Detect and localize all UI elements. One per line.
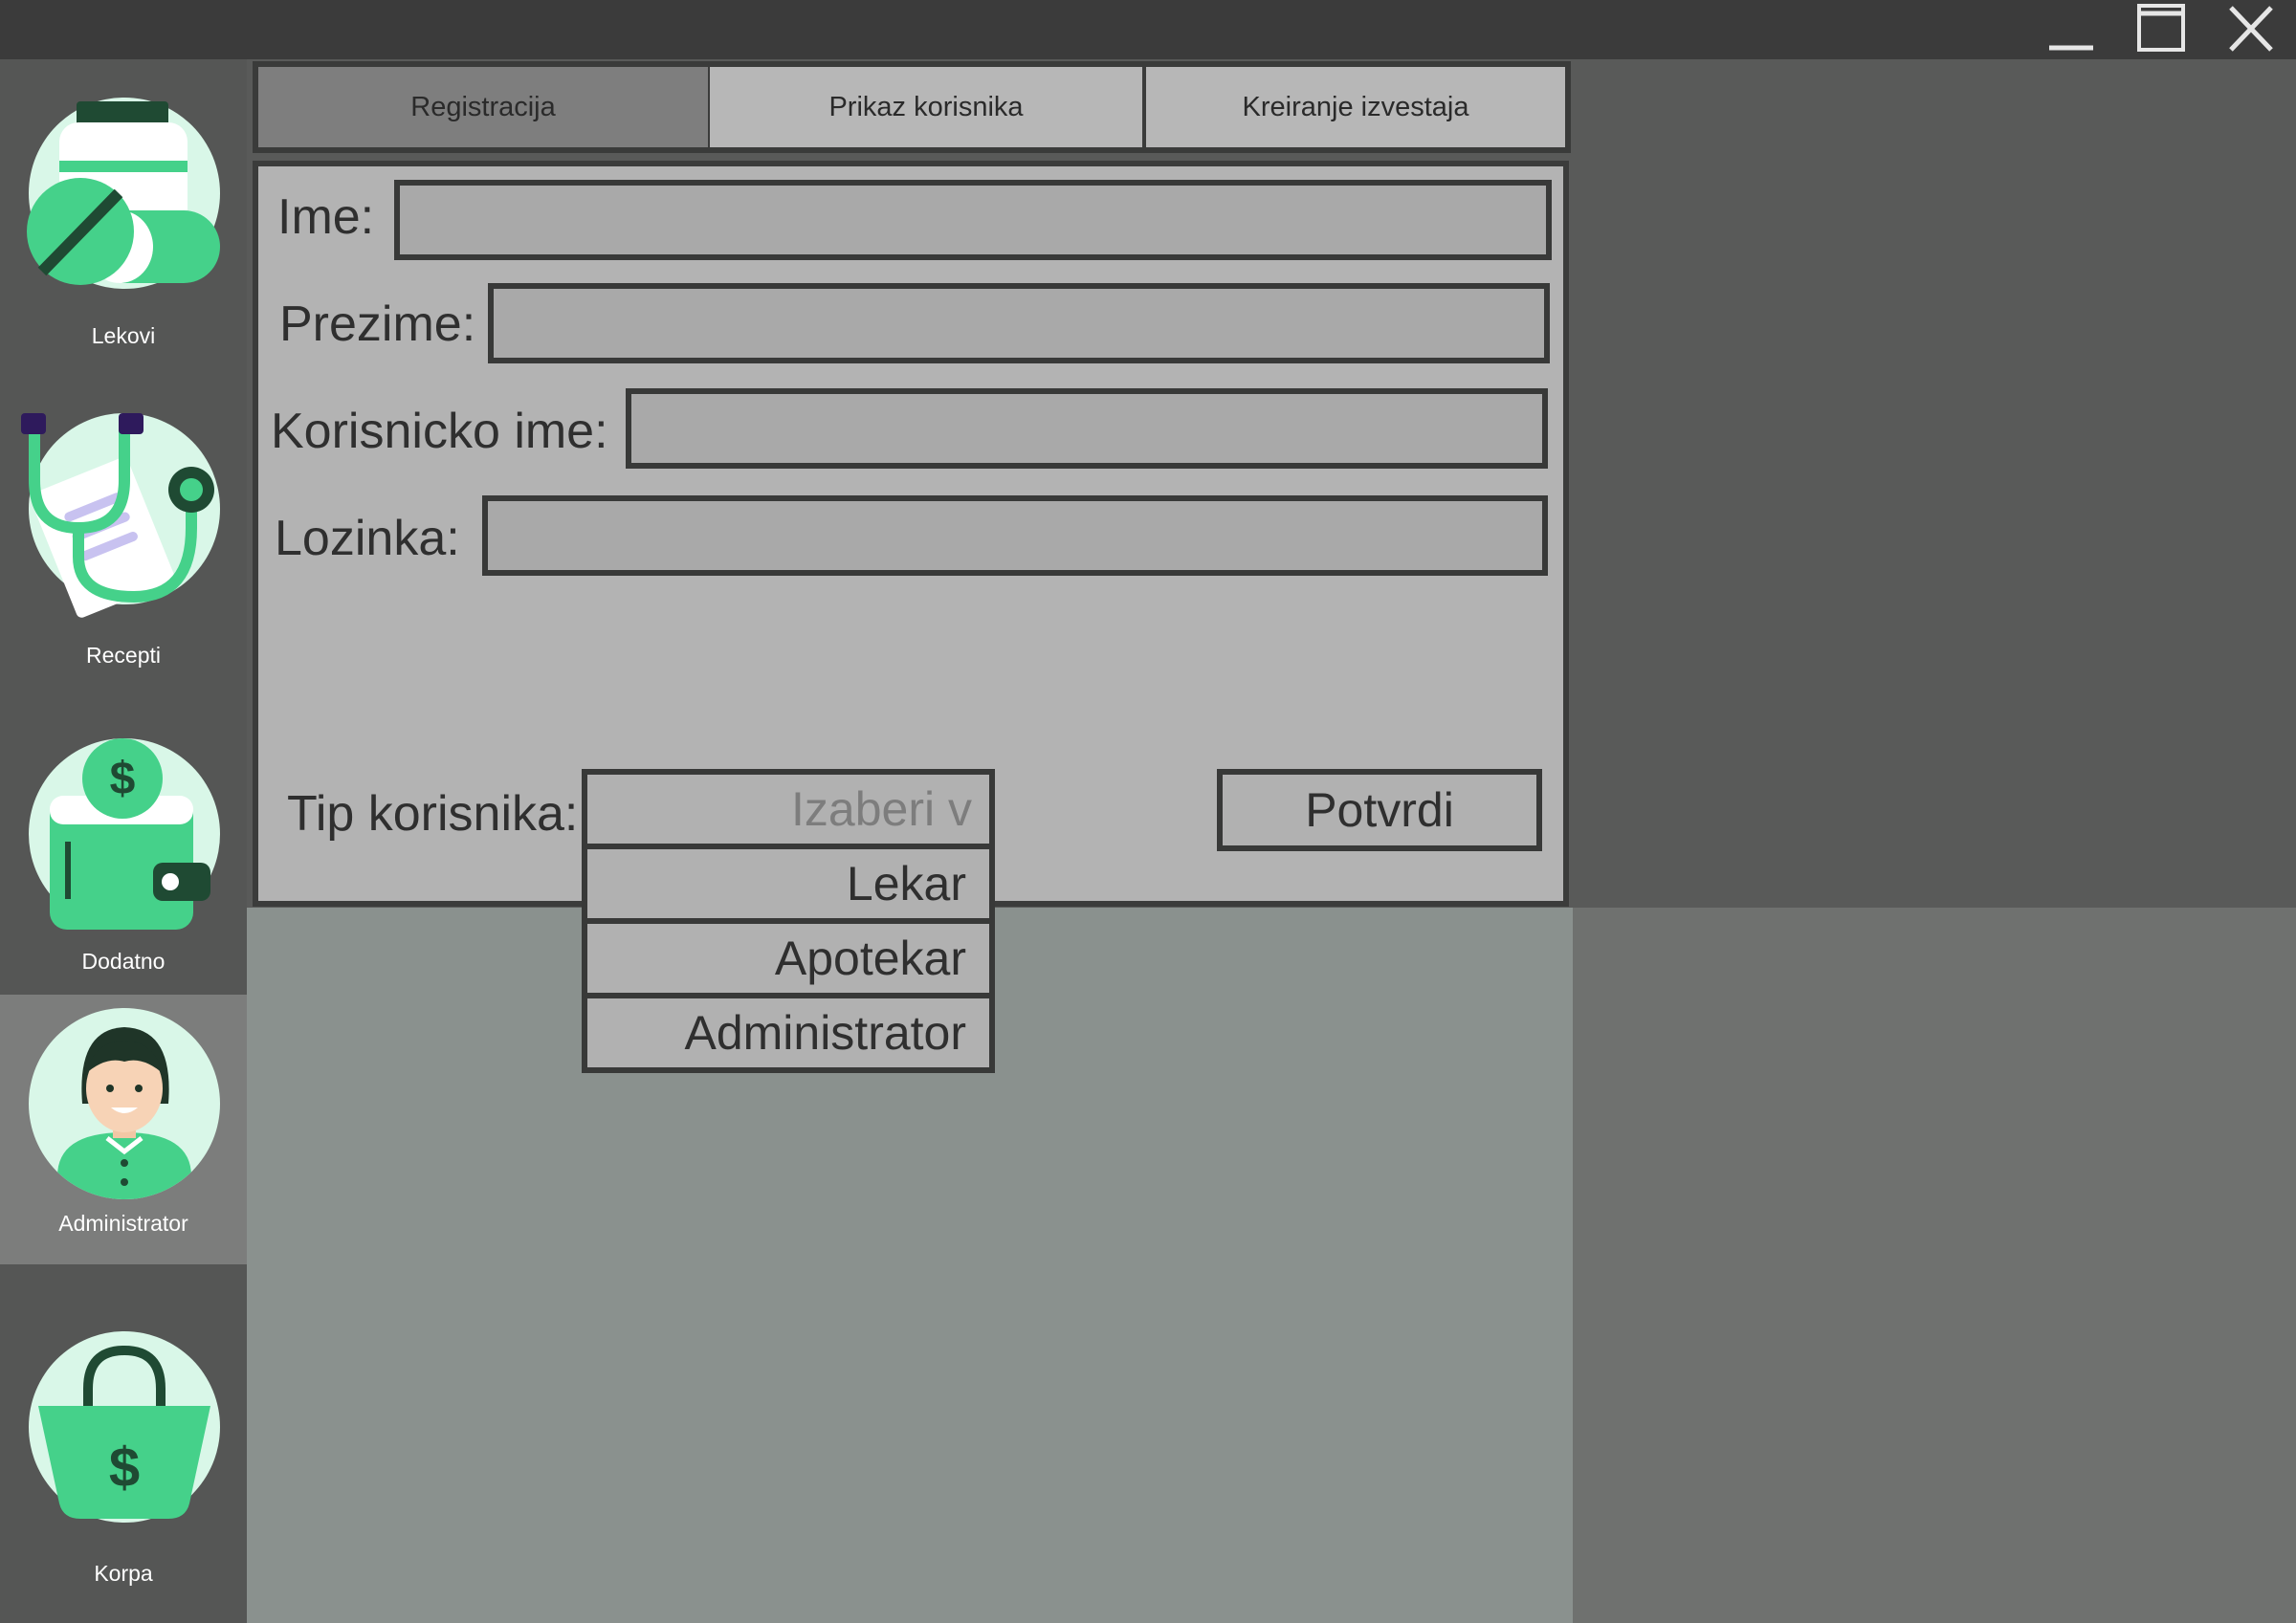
maximize-button[interactable]	[2118, 0, 2204, 59]
sidebar-item-recepti[interactable]: Recepti	[0, 394, 247, 691]
close-button[interactable]	[2206, 0, 2292, 59]
sidebar-item-label: Lekovi	[91, 323, 156, 348]
tab-prikaz-korisnika[interactable]: Prikaz korisnika	[710, 67, 1142, 147]
maximize-icon	[2137, 4, 2185, 52]
dropdown-option-lekar[interactable]: Lekar	[582, 844, 995, 924]
user-avatar-icon	[29, 1008, 220, 1199]
tab-registracija[interactable]: Registracija	[258, 67, 708, 147]
password-label: Lozinka:	[275, 511, 460, 566]
user-type-label: Tip korisnika:	[287, 786, 579, 842]
close-icon	[2229, 6, 2273, 52]
minimize-button[interactable]	[2026, 0, 2112, 59]
last-name-input[interactable]	[488, 283, 1550, 363]
sidebar-item-dodatno[interactable]: $ Dodatno	[0, 719, 247, 997]
minimize-icon	[2049, 45, 2093, 51]
sidebar-item-korpa[interactable]: $ Korpa	[0, 1331, 247, 1618]
sidebar-item-label: Administrator	[58, 1211, 188, 1236]
sidebar-item-administrator[interactable]: Administrator	[0, 995, 247, 1264]
sidebar-item-lekovi[interactable]: Lekovi	[0, 59, 247, 361]
first-name-label: Ime:	[277, 189, 375, 245]
first-name-input[interactable]	[394, 180, 1552, 260]
user-type-dropdown[interactable]: Izaberi v	[582, 769, 995, 849]
right-lower-background	[1573, 908, 2296, 1623]
dropdown-option-apotekar[interactable]: Apotekar	[582, 918, 995, 998]
svg-text:$: $	[109, 1437, 140, 1499]
sidebar-item-label: Recepti	[86, 643, 161, 668]
shopping-bag-icon: $	[29, 1331, 220, 1523]
stethoscope-prescription-icon	[21, 413, 220, 618]
svg-text:$: $	[110, 754, 136, 804]
tab-bar: Registracija Prikaz korisnika Kreiranje …	[253, 61, 1571, 153]
username-input[interactable]	[626, 388, 1548, 469]
confirm-button[interactable]: Potvrdi	[1217, 769, 1542, 851]
tab-kreiranje-izvestaja[interactable]: Kreiranje izvestaja	[1146, 67, 1565, 147]
password-input[interactable]	[482, 495, 1548, 576]
wallet-dollar-icon: $	[29, 738, 220, 930]
sidebar: Lekovi Recepti $ Dodatno Administrator $…	[0, 59, 247, 1623]
dropdown-option-administrator[interactable]: Administrator	[582, 993, 995, 1073]
title-bar	[0, 0, 2296, 59]
sidebar-item-label: Dodatno	[81, 949, 166, 974]
medicine-icon	[27, 98, 220, 289]
sidebar-item-label: Korpa	[94, 1561, 153, 1586]
last-name-label: Prezime:	[279, 296, 476, 352]
username-label: Korisnicko ime:	[271, 404, 608, 459]
